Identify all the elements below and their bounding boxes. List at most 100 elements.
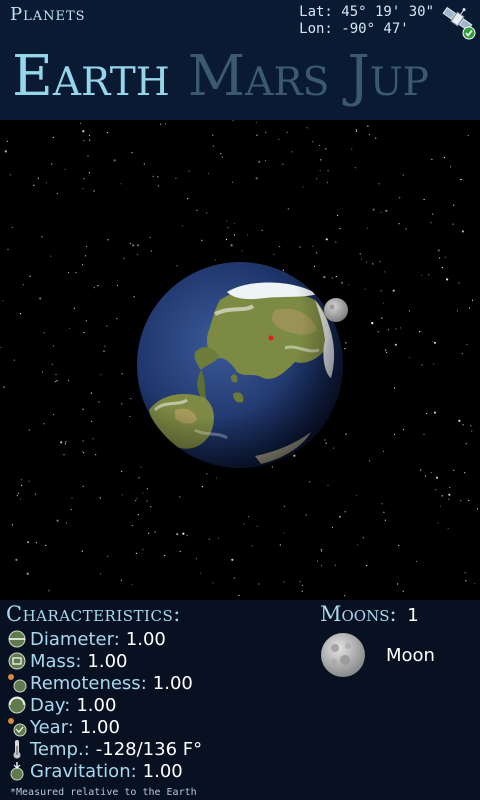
star: [306, 127, 308, 129]
day-value: 1.00: [76, 694, 117, 716]
mass-icon: [8, 652, 26, 670]
star: [85, 320, 87, 322]
star: [45, 182, 48, 184]
star: [2, 300, 4, 302]
star: [116, 318, 118, 320]
star: [152, 175, 154, 177]
day-label: Day:: [30, 694, 71, 716]
star: [201, 239, 203, 241]
star: [71, 497, 73, 499]
diameter-label: Diameter:: [30, 628, 120, 650]
star: [13, 359, 15, 361]
star: [377, 331, 379, 333]
star: [405, 228, 407, 230]
star: [279, 544, 281, 546]
star: [80, 122, 82, 124]
star: [51, 363, 53, 365]
star: [345, 342, 347, 344]
star: [9, 174, 11, 176]
remoteness-value: 1.00: [152, 672, 193, 694]
star: [17, 492, 19, 494]
star: [88, 172, 90, 174]
star: [383, 302, 385, 304]
star: [331, 526, 334, 528]
star: [196, 209, 198, 211]
star: [337, 214, 339, 216]
star: [20, 478, 22, 481]
tab-mars[interactable]: Mars: [188, 44, 330, 110]
earth-globe[interactable]: [135, 260, 345, 470]
star: [383, 450, 385, 453]
star: [225, 238, 228, 241]
star: [339, 516, 341, 518]
star: [52, 136, 54, 138]
tab-earth[interactable]: Earth: [12, 44, 170, 110]
star: [366, 227, 368, 229]
star: [383, 511, 385, 513]
star: [68, 380, 70, 382]
star: [299, 246, 301, 248]
star: [181, 225, 183, 227]
star: [394, 343, 397, 346]
star: [226, 220, 228, 222]
star: [138, 477, 140, 479]
star: [135, 499, 137, 502]
star: [399, 197, 401, 199]
planet-3d-view[interactable]: [0, 120, 480, 600]
year-label: Year:: [30, 716, 74, 738]
star: [220, 153, 222, 155]
star: [93, 190, 95, 192]
star: [212, 134, 214, 136]
star: [97, 285, 99, 287]
star: [208, 538, 210, 540]
star: [464, 572, 466, 574]
star: [182, 532, 185, 535]
characteristic-remoteness: Remoteness: 1.00: [6, 672, 316, 694]
star: [121, 494, 123, 496]
moon-orbit-sprite[interactable]: [322, 296, 350, 324]
star: [88, 134, 91, 136]
star: [233, 577, 235, 579]
star: [446, 278, 449, 281]
star: [423, 198, 425, 201]
star: [321, 565, 323, 567]
temperature-value: -128/136 F°: [95, 738, 203, 760]
star: [409, 356, 411, 358]
star: [99, 573, 102, 575]
star: [91, 420, 93, 422]
star: [309, 481, 311, 483]
star: [462, 424, 464, 426]
star: [206, 473, 208, 475]
star: [29, 275, 31, 277]
star: [92, 438, 94, 440]
satellite-gps-icon[interactable]: [438, 2, 478, 42]
star: [106, 325, 108, 327]
star: [107, 239, 109, 241]
tab-jupiter[interactable]: Jup: [347, 44, 429, 110]
star: [395, 328, 397, 330]
star: [432, 213, 434, 215]
star: [441, 267, 443, 269]
star: [448, 498, 450, 500]
star: [65, 522, 68, 524]
star: [278, 138, 280, 141]
moons-label: Moons:: [320, 602, 397, 626]
year-icon: [8, 718, 27, 737]
star: [136, 254, 138, 256]
star: [98, 401, 100, 403]
star: [129, 415, 131, 417]
star: [45, 544, 47, 546]
star: [131, 152, 133, 154]
star: [368, 134, 370, 136]
star: [150, 506, 152, 508]
star: [283, 581, 285, 583]
star: [50, 255, 52, 257]
star: [131, 525, 133, 527]
moon-list-item[interactable]: Moon: [320, 630, 470, 680]
star: [453, 469, 455, 471]
star: [435, 476, 439, 479]
star: [248, 515, 250, 518]
star: [398, 223, 400, 225]
star: [426, 413, 428, 415]
star: [458, 282, 460, 284]
